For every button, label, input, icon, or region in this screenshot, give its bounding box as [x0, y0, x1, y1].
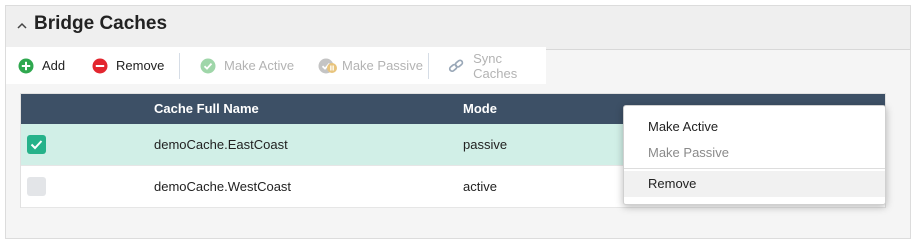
toolbar-separator — [179, 53, 180, 79]
add-icon — [18, 58, 34, 73]
row-checkbox[interactable] — [27, 135, 46, 154]
toolbar-separator — [428, 53, 429, 79]
context-menu-make-active[interactable]: Make Active — [624, 114, 885, 140]
remove-button-label: Remove — [116, 58, 165, 73]
context-menu-remove[interactable]: Remove — [624, 171, 885, 197]
add-button-label: Add — [42, 58, 66, 73]
make-passive-label: Make Passive — [342, 58, 423, 73]
row-checkbox[interactable] — [27, 177, 46, 196]
column-header-cache-name[interactable]: Cache Full Name — [154, 94, 259, 124]
context-menu: Make Active Make Passive Remove — [623, 105, 886, 205]
chevron-up-icon[interactable] — [15, 19, 29, 33]
panel-title: Bridge Caches — [34, 13, 168, 34]
remove-icon — [92, 58, 108, 73]
mode-cell: active — [463, 179, 497, 194]
mode-cell: passive — [463, 137, 508, 152]
remove-button[interactable]: Remove — [92, 47, 164, 84]
sync-caches-label: Sync Caches — [473, 50, 518, 81]
check-circle-icon — [200, 58, 216, 73]
cache-name-cell: demoCache.WestCoast — [154, 179, 292, 194]
toolbar: Add Remove Make Active Make Passive Sync… — [6, 47, 546, 84]
make-active-label: Make Active — [224, 58, 295, 73]
add-button[interactable]: Add — [18, 47, 65, 84]
make-active-button[interactable]: Make Active — [200, 47, 294, 84]
sync-caches-button[interactable]: Sync Caches — [448, 47, 546, 84]
context-menu-divider — [624, 168, 885, 169]
cache-name-cell: demoCache.EastCoast — [154, 137, 288, 152]
context-menu-make-passive[interactable]: Make Passive — [624, 140, 885, 166]
column-header-mode[interactable]: Mode — [463, 94, 497, 124]
check-icon — [30, 140, 43, 150]
make-passive-button[interactable]: Make Passive — [318, 47, 423, 84]
link-icon — [448, 58, 464, 72]
panel-header: Bridge Caches — [6, 6, 910, 50]
pause-check-icon — [318, 58, 337, 73]
